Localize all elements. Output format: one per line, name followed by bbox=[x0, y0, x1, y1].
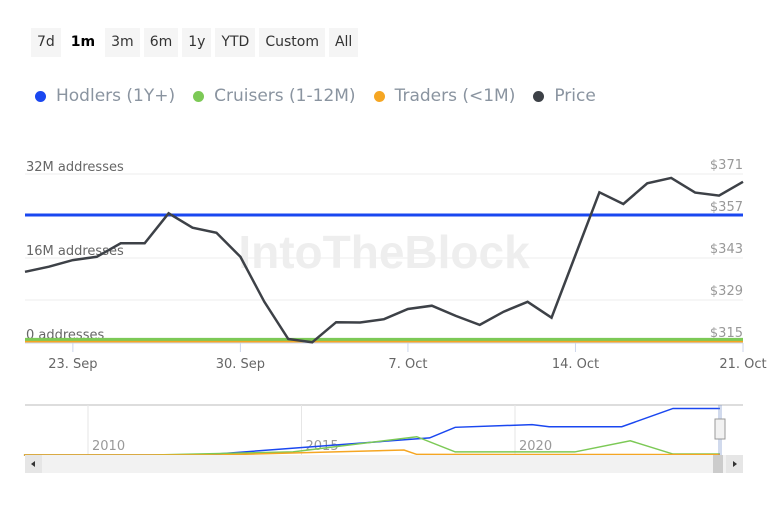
left-axis-tick: 16M addresses bbox=[26, 244, 124, 259]
navigator-series bbox=[23, 449, 720, 456]
x-axis-tick: 21. Oct bbox=[719, 357, 766, 372]
x-axis-tick: 30. Sep bbox=[216, 357, 265, 372]
left-axis-tick: 32M addresses bbox=[26, 160, 124, 175]
chart: IntoTheBlock $315$329$343$357$3710 addre… bbox=[23, 158, 767, 473]
x-axis-tick: 23. Sep bbox=[48, 357, 97, 372]
x-axis-tick: 7. Oct bbox=[388, 357, 427, 372]
navigator-handle[interactable] bbox=[714, 418, 726, 440]
navigator-series bbox=[23, 407, 720, 456]
scrollbar-thumb[interactable] bbox=[713, 455, 723, 473]
right-axis-tick: $343 bbox=[710, 242, 743, 257]
navigator-series bbox=[23, 435, 720, 456]
right-axis-tick: $371 bbox=[710, 158, 743, 173]
right-axis-tick: $357 bbox=[710, 200, 743, 215]
watermark: IntoTheBlock bbox=[238, 226, 530, 278]
right-axis-tick: $329 bbox=[710, 284, 743, 299]
navigator-x-tick: 2010 bbox=[92, 439, 125, 454]
x-axis-tick: 14. Oct bbox=[552, 357, 599, 372]
scrollbar-track bbox=[25, 455, 743, 473]
